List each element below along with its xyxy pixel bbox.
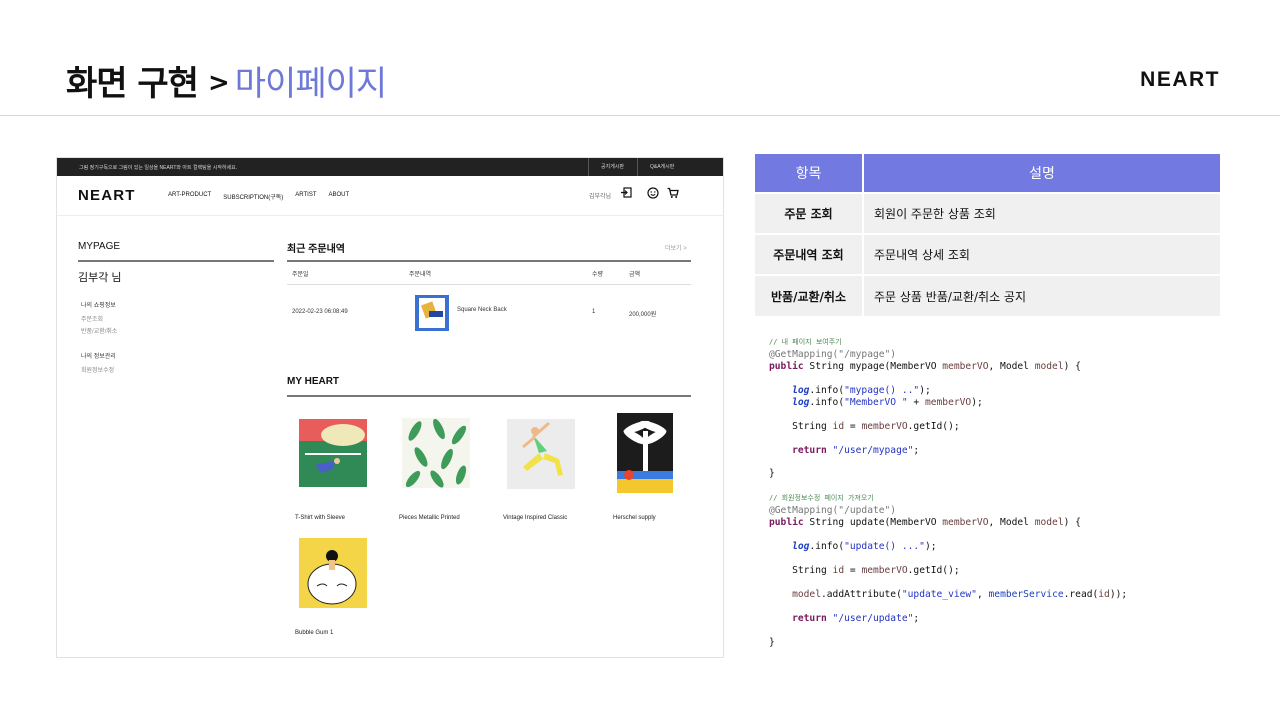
artwork-image[interactable] xyxy=(399,413,473,493)
my-heart-divider xyxy=(287,395,691,397)
recent-orders-title: 최근 주문내역 xyxy=(287,244,345,255)
sidebar-item-order-inquiry[interactable]: 주문조회 xyxy=(81,314,103,323)
artwork-image[interactable] xyxy=(295,413,369,493)
slide-subtitle: 마이페이지 xyxy=(234,64,387,104)
artwork-title[interactable]: Bubble Gum 1 xyxy=(295,630,333,636)
sidebar-title: MYPAGE xyxy=(78,241,121,252)
site-logo[interactable]: NEART xyxy=(78,187,136,204)
feature-description: 회원이 주문한 상품 조회 xyxy=(863,192,1220,234)
feature-name: 주문내역 조회 xyxy=(755,233,864,275)
main-nav: NEART ART-PRODUCT SUBSCRIPTION(구독) ARTIS… xyxy=(57,176,723,216)
artwork-title[interactable]: Vintage Inspired Classic xyxy=(503,515,567,521)
brand-logo: NEART xyxy=(1140,68,1220,91)
order-item-name[interactable]: Square Neck Back xyxy=(457,307,507,313)
artwork-image[interactable] xyxy=(295,532,369,612)
user-greeting: 김부각 님 xyxy=(78,272,122,284)
logout-icon[interactable] xyxy=(620,187,633,200)
feature-description: 주문 상품 반품/교환/취소 공지 xyxy=(863,274,1220,316)
mypage-screenshot: 그림 정기구독으로 그림이 있는 일상을 NEART와 아트 컬렉팅을 시작하세… xyxy=(56,157,724,658)
nav-menu: ART-PRODUCT SUBSCRIPTION(구독) ARTIST ABOU… xyxy=(168,192,349,201)
col-header-qty: 수량 xyxy=(592,272,604,278)
artwork-image[interactable] xyxy=(613,413,687,493)
orders-header-divider xyxy=(287,284,691,285)
order-price: 200,000원 xyxy=(629,312,657,318)
sidebar-divider xyxy=(78,260,274,262)
order-thumbnail[interactable] xyxy=(415,295,449,331)
table-row: 주문내역 조회 주문내역 상세 조회 xyxy=(755,233,1220,275)
slide-title-main: 화면 구현 xyxy=(66,64,199,104)
col-header-price: 금액 xyxy=(629,272,641,278)
col-header-item: 주문내역 xyxy=(409,272,432,278)
sidebar-item-edit-profile[interactable]: 회원정보수정 xyxy=(81,365,114,374)
shopping-info-heading: 나의 쇼핑정보 xyxy=(81,303,116,309)
banner-message: 그림 정기구독으로 그림이 있는 일상을 NEART와 아트 컬렉팅을 시작하세… xyxy=(79,165,238,171)
nav-artist[interactable]: ARTIST xyxy=(295,192,316,201)
sidebar-item-returns[interactable]: 반품/교환/취소 xyxy=(81,326,117,335)
feature-name: 반품/교환/취소 xyxy=(755,274,864,316)
table-row: 반품/교환/취소 주문 상품 반품/교환/취소 공지 xyxy=(755,274,1220,316)
feature-name: 주문 조회 xyxy=(755,192,864,234)
qna-board-link[interactable]: Q&A게시판 xyxy=(637,158,686,176)
nav-art-product[interactable]: ART-PRODUCT xyxy=(168,192,211,201)
user-name: 김부각님 xyxy=(589,194,612,200)
nav-about[interactable]: ABOUT xyxy=(329,192,350,201)
smile-icon[interactable] xyxy=(646,187,659,200)
feature-description: 주문내역 상세 조회 xyxy=(863,233,1220,275)
header-divider xyxy=(0,115,1280,116)
artwork-image[interactable] xyxy=(503,413,577,493)
col-header-date: 주문일 xyxy=(292,272,309,278)
artwork-title[interactable]: Pieces Metallic Printed xyxy=(399,515,460,521)
slide-title: 화면 구현 > 마이페이지 xyxy=(66,56,387,105)
account-info-heading: 나의 정보관리 xyxy=(81,354,116,360)
top-banner: 그림 정기구독으로 그림이 있는 일상을 NEART와 아트 컬렉팅을 시작하세… xyxy=(57,158,723,176)
table-row: 주문 조회 회원이 주문한 상품 조회 xyxy=(755,192,1220,234)
notice-board-link[interactable]: 공지게시판 xyxy=(588,158,636,176)
orders-divider xyxy=(287,260,691,262)
table-header-row: 항목 설명 xyxy=(755,154,1220,193)
artwork-title[interactable]: T-Shirt with Sleeve xyxy=(295,515,345,521)
cart-icon[interactable] xyxy=(666,187,679,200)
view-more-link[interactable]: 더보기 > xyxy=(665,243,687,252)
order-qty: 1 xyxy=(592,309,596,315)
col-header-description: 설명 xyxy=(863,154,1220,193)
order-date: 2022-02-23 06:08:49 xyxy=(292,309,348,315)
my-heart-title: MY HEART xyxy=(287,376,340,387)
col-header-item: 항목 xyxy=(755,154,864,193)
code-snippet: // 내 페이지 보여주기 @GetMapping("/mypage") pub… xyxy=(769,338,1128,648)
artwork-title[interactable]: Herschel supply xyxy=(613,515,656,521)
feature-table: 항목 설명 주문 조회 회원이 주문한 상품 조회 주문내역 조회 주문내역 상… xyxy=(755,154,1220,316)
title-arrow: > xyxy=(207,68,230,98)
nav-subscription[interactable]: SUBSCRIPTION(구독) xyxy=(223,192,283,201)
